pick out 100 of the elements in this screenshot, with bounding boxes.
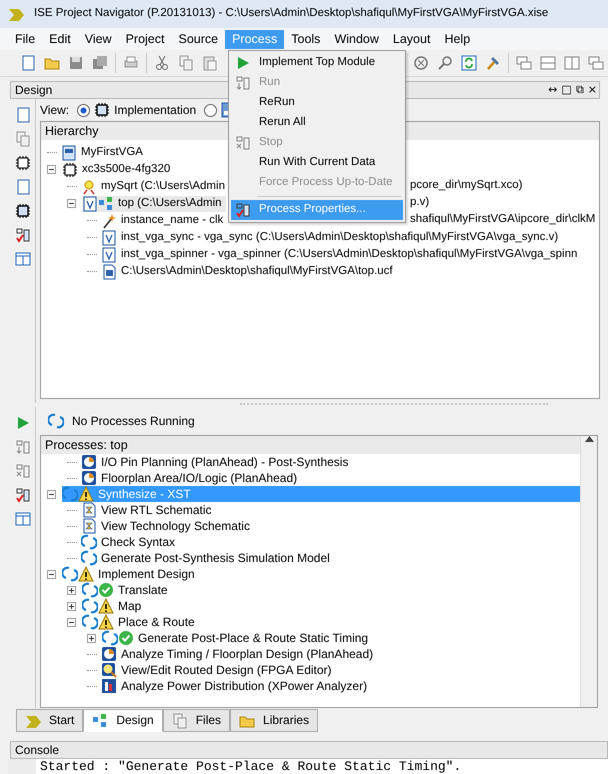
tab[interactable]: Start [16,709,84,732]
collapse-icon[interactable] [67,618,76,626]
chip-icon[interactable] [14,203,30,219]
menu-item[interactable]: Implement Top Module [231,53,403,73]
verilog-file-icon [101,246,117,262]
process-step[interactable]: Floorplan Area/IO/Logic (PlanAhead) [81,470,580,486]
radio-button[interactable] [77,104,90,116]
tree-item-text[interactable]: shafiqul\MyFirstVGA\ipcore_dir\clkM [410,213,596,227]
process-step[interactable]: Generate Post-Place & Route Static Timing [102,630,580,646]
tree-item[interactable]: inst_vga_sync - vga_sync (C:\Users\Admin\Desktop\shafiqul\MyFirstVGA\vga_sync.v) [101,230,562,246]
process-step[interactable]: I/O Pin Planning (PlanAhead) - Post-Synthesis [81,454,580,470]
menu-item[interactable]: Edit [42,30,78,48]
cut-icon[interactable] [154,55,170,71]
tree-item[interactable]: top (C:\Users\Admin [82,196,226,212]
menu-item[interactable]: Layout [386,30,438,48]
view-option-label[interactable]: Implementation [114,102,196,118]
save-all-icon[interactable] [92,55,108,71]
refresh-arrows-icon [82,598,98,614]
schematic-icon [81,502,97,518]
tree-item[interactable]: instance_name - clk [101,212,228,228]
process-step[interactable]: Generate Post-Synthesis Simulation Model [81,550,580,566]
run-icon [235,75,251,91]
schematic-icon [81,518,97,534]
expand-icon[interactable] [87,634,96,642]
horizontal-split-icon[interactable] [540,55,556,71]
menu-item[interactable]: Rerun All [231,113,403,133]
process-step[interactable]: Check Syntax [81,534,580,550]
expand-icon[interactable] [67,586,76,594]
rerun-icon[interactable] [14,487,30,503]
checklist-icon[interactable] [14,227,30,243]
panel-control[interactable]: □ [559,83,574,97]
magnifier-icon[interactable] [437,55,453,71]
view-label: View: [40,102,70,118]
warning-icon [98,598,114,614]
process-step[interactable]: Place & Route [82,614,580,630]
vertical-split-icon[interactable] [564,55,580,71]
windows-icon[interactable] [588,55,604,71]
tree-item[interactable]: mySqrt (C:\Users\Admin [81,178,229,194]
tab[interactable]: Files [162,709,230,732]
panel-control[interactable]: ↔ [546,83,560,97]
process-step[interactable]: Analyze Power Distribution (XPower Analyzer) [101,678,580,694]
tab[interactable]: Libraries [230,709,318,732]
tab-icon [92,712,108,728]
tree-item[interactable]: xc3s500e-4fg320 [62,162,174,178]
menu-item[interactable]: ReRun [231,93,403,113]
new-file-icon[interactable] [20,55,36,71]
panel-icon[interactable] [14,511,30,527]
refresh-arrows-icon [81,534,97,550]
tree-item[interactable]: inst_vga_spinner - vga_spinner (C:\Users\Admin\Desktop\shafiqul\MyFirstVGA\vga_spinn [101,246,582,262]
menu-item[interactable]: File [8,30,42,48]
run-process-icon[interactable] [14,439,30,455]
process-step[interactable]: Implement Design [62,566,580,582]
process-step[interactable]: Analyze Timing / Floorplan Design (PlanAhead) [101,646,580,662]
panel-control[interactable]: × [586,83,599,97]
menu-item[interactable]: Project [118,30,172,48]
constraints-file-icon [101,264,117,280]
menu-item[interactable]: Tools [284,30,328,48]
radio-button[interactable] [204,104,218,116]
warning-icon [78,486,94,502]
collapse-icon[interactable] [67,199,76,208]
tree-item-text[interactable]: pcore_dir\mySqrt.xco) [410,179,522,193]
process-step[interactable]: Map [82,598,580,614]
editor-icon [101,662,117,678]
tree-item[interactable]: MyFirstVGA [61,144,147,160]
panel-icon[interactable] [14,251,30,267]
tab[interactable]: Design [83,709,163,732]
pane-title: Processes: top [45,438,128,452]
panel-control[interactable]: ⧉ [574,83,586,97]
paste-icon[interactable] [202,55,218,71]
process-step[interactable]: View Technology Schematic [81,518,580,534]
pane-title: Hierarchy [45,124,98,138]
warning-icon [98,614,114,630]
collapse-icon[interactable] [47,490,56,498]
process-step[interactable]: View RTL Schematic [81,502,580,518]
tree-item-text[interactable]: p.v) [410,196,430,210]
tree-item[interactable]: C:\Users\Admin\Desktop\shafiqul\MyFirstVGA\top.ucf [101,264,397,280]
menu-item[interactable]: Help [437,30,478,48]
expand-icon[interactable] [67,602,76,610]
project-icon [61,144,77,160]
save-icon[interactable] [68,55,84,71]
refresh-icon[interactable] [461,55,477,71]
menu-item[interactable]: Run With Current Data [231,153,403,173]
collapse-icon[interactable] [47,165,56,174]
app-logo-icon [8,6,26,22]
process-step[interactable]: View/Edit Routed Design (FPGA Editor) [101,662,580,678]
menu-item[interactable]: Source [171,30,226,48]
scroll-up-icon[interactable] [584,436,594,442]
chip-icon [94,102,110,118]
process-step[interactable]: Translate [82,582,580,598]
menu-item[interactable]: Window [327,30,386,48]
refresh-arrows-icon [62,566,78,582]
tab-icon [172,712,188,728]
collapse-icon[interactable] [47,570,56,578]
planahead-icon [81,470,97,486]
windows-icon[interactable] [516,55,532,71]
power-analyzer-icon [101,678,117,694]
hammer-icon[interactable] [485,55,501,71]
menu-item[interactable]: View [78,30,119,48]
stop-process-icon[interactable] [14,463,30,479]
properties-icon [235,202,251,218]
